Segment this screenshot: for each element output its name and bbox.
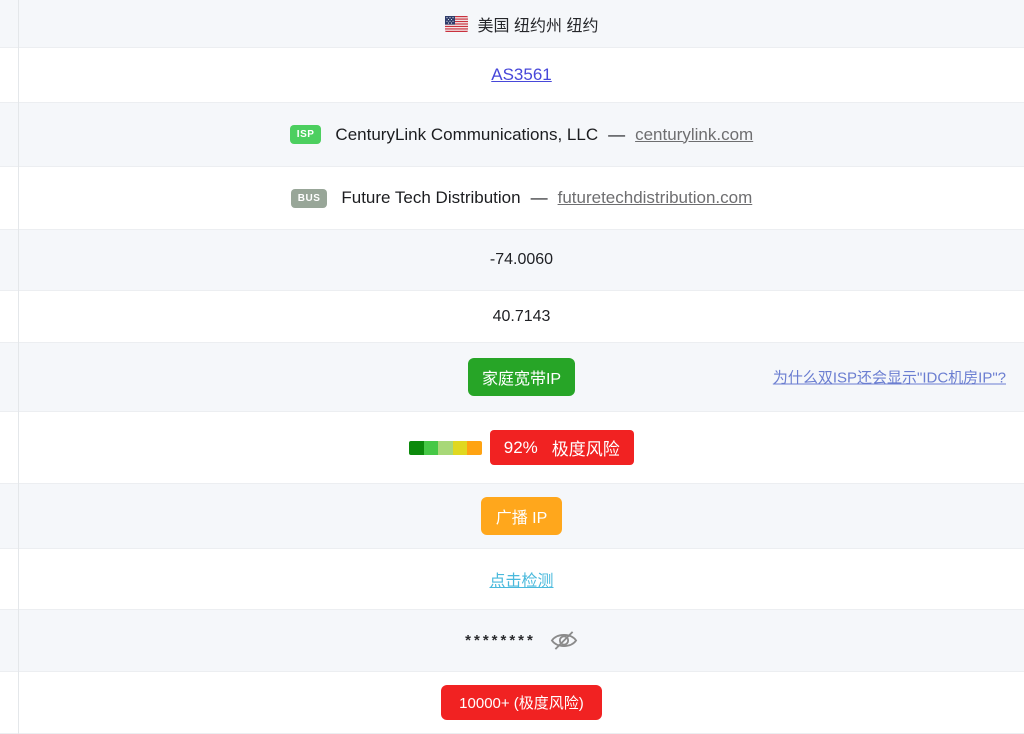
row-masked-value: ******** [0,610,1024,672]
reveal-value-button[interactable] [550,629,578,652]
business-dash: — [530,188,548,207]
business-domain-link[interactable]: futuretechdistribution.com [558,188,753,208]
risk-label: 极度风险 [551,440,620,459]
row-risk-score: 92% 极度风险 [0,412,1024,484]
row-ip-type: 家庭宽带IP 为什么双ISP还会显示"IDC机房IP"? [0,343,1024,412]
row-detection: 点击检测 [0,549,1024,610]
row-latitude: 40.7143 [0,291,1024,343]
broadcast-ip-button[interactable]: 广播 IP [480,497,563,535]
us-flag-icon [444,15,468,32]
isp-domain-link[interactable]: centurylink.com [635,125,753,145]
row-isp: ISP CenturyLink Communications, LLC — ce… [0,103,1024,167]
dual-isp-help-link[interactable]: 为什么双ISP还会显示"IDC机房IP"? [773,367,1006,388]
home-broadband-ip-button[interactable]: 家庭宽带IP [467,358,576,396]
isp-dash: — [608,124,626,144]
eye-slash-icon [550,629,578,652]
latitude-value: 40.7143 [492,307,551,325]
row-broadcast-ip: 广播 IP [0,484,1024,549]
row-business: BUS Future Tech Distribution — futuretec… [0,167,1024,230]
column-divider [18,0,19,734]
risk-score-badge: 92% 极度风险 [489,430,634,465]
click-detect-link[interactable]: 点击检测 [489,567,553,591]
bus-badge: BUS [290,188,328,208]
row-asn: AS3561 [0,48,1024,103]
location-text: 美国 纽约州 纽约 [477,17,599,35]
longitude-value: -74.0060 [489,251,554,268]
risk-gauge [409,440,482,455]
row-risk-count: 10000+ (极度风险) [0,672,1024,734]
isp-badge: ISP [289,125,322,144]
risk-count-badge: 10000+ (极度风险) [441,685,602,720]
risk-percent: 92% [503,437,538,457]
row-longitude: -74.0060 [0,230,1024,291]
masked-value: ******** [465,632,536,649]
asn-link[interactable]: AS3561 [491,65,552,85]
row-location: 美国 纽约州 纽约 [0,0,1024,48]
isp-name: CenturyLink Communications, LLC [335,124,599,144]
business-name: Future Tech Distribution [341,188,521,207]
ip-info-table: 美国 纽约州 纽约 AS3561 ISP CenturyLink Communi… [0,0,1024,734]
